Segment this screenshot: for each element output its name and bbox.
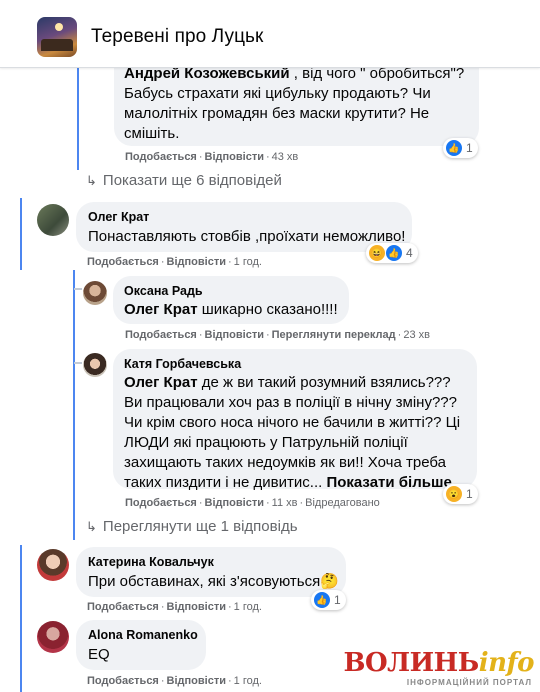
comment-actions: Подобається · Відповісти · 1 год. <box>87 601 262 613</box>
edited-label[interactable]: Відредаговано <box>305 497 380 509</box>
reply-action[interactable]: Відповісти <box>205 329 264 341</box>
see-translation-action[interactable]: Переглянути переклад <box>272 329 396 341</box>
comment-actions: Подобається · Відповісти · 1 год. <box>87 675 262 687</box>
like-action[interactable]: Подобається <box>125 497 197 509</box>
comment-text: EQ <box>88 646 110 663</box>
comment-time[interactable]: 11 хв <box>272 497 298 509</box>
watermark-subtitle: ІНФОРМАЦІЙНИЙ ПОРТАЛ <box>406 678 532 687</box>
reaction-count: 1 <box>466 141 473 155</box>
avatar[interactable] <box>83 281 107 305</box>
like-action[interactable]: Подобається <box>125 329 197 341</box>
comment-author[interactable]: Олег Крат <box>88 210 149 224</box>
avatar[interactable] <box>83 353 107 377</box>
group-title[interactable]: Теревені про Луцьк <box>91 26 263 48</box>
reply-action[interactable]: Відповісти <box>167 675 226 687</box>
reply-action[interactable]: Відповісти <box>205 497 264 509</box>
reaction-summary[interactable]: 👍 1 <box>311 590 346 610</box>
mention-link[interactable]: Олег Крат <box>124 374 198 391</box>
comment-author[interactable]: Alona Romanenko <box>88 628 198 642</box>
like-action[interactable]: Подобається <box>125 151 197 163</box>
like-action[interactable]: Подобається <box>87 601 159 613</box>
watermark-logo: ВОЛИНЬinfo <box>343 648 534 678</box>
comment-actions: Подобається · Відповісти · 1 год. <box>87 256 262 268</box>
reaction-summary[interactable]: 😮 1 <box>443 484 478 504</box>
like-action[interactable]: Подобається <box>87 256 159 268</box>
reply-bubble: Катя Горбачевська Олег Крат де ж ви таки… <box>113 349 477 491</box>
comment-time[interactable]: 1 год. <box>234 675 262 687</box>
reply-author[interactable]: Катя Горбачевська <box>124 357 241 371</box>
reaction-summary[interactable]: 😆 👍 4 <box>366 243 418 263</box>
reply-action[interactable]: Відповісти <box>167 256 226 268</box>
comment-author[interactable]: Катерина Ковальчук <box>88 555 214 569</box>
comment-text: При обставинах, які з'ясовуються🤔 <box>88 573 339 590</box>
thread-line <box>20 198 22 270</box>
group-header: Теревені про Луцьк <box>0 0 540 68</box>
comment-bubble: Alona Romanenko EQ <box>76 620 206 670</box>
comment-text: Понаставляють стовбів ,проїхати неможлив… <box>88 228 406 245</box>
mention-link[interactable]: Олег Крат <box>124 301 198 318</box>
reaction-count: 1 <box>466 487 473 501</box>
comment-actions: Подобається · Відповісти · 11 хв · Відредагова… <box>125 497 380 509</box>
like-action[interactable]: Подобається <box>87 675 159 687</box>
haha-icon: 😆 <box>369 245 385 261</box>
comment-time[interactable]: 1 год. <box>234 256 262 268</box>
thread-line <box>77 66 79 170</box>
avatar[interactable] <box>37 549 69 581</box>
reply-connector <box>74 362 82 364</box>
reply-connector <box>74 288 82 290</box>
wow-icon: 😮 <box>446 486 462 502</box>
avatar[interactable] <box>37 204 69 236</box>
comment-bubble: Катерина Ковальчук При обставинах, які з… <box>76 547 346 597</box>
show-more-replies-link[interactable]: ↳ Переглянути ще 1 відповідь <box>86 518 298 535</box>
comment-time[interactable]: 23 хв <box>403 329 430 341</box>
reaction-count: 4 <box>406 246 413 260</box>
reply-author[interactable]: Оксана Радь <box>124 284 203 298</box>
reaction-summary[interactable]: 👍 1 <box>443 138 478 158</box>
show-more-replies-link[interactable]: ↳ Показати ще 6 відповідей <box>86 172 282 189</box>
like-icon: 👍 <box>386 245 402 261</box>
comment-time[interactable]: 1 год. <box>234 601 262 613</box>
comment-actions: Подобається · Відповісти · Переглянути перек… <box>125 329 430 341</box>
like-icon: 👍 <box>446 140 462 156</box>
reply-arrow-icon: ↳ <box>86 519 97 534</box>
reply-action[interactable]: Відповісти <box>167 601 226 613</box>
thread-line <box>73 270 75 540</box>
like-icon: 👍 <box>314 592 330 608</box>
comment-actions: Подобається · Відповісти · 43 хв <box>125 151 299 163</box>
comments-feed: Андрей Козожевський , від чого " обробит… <box>0 0 540 692</box>
site-watermark: ВОЛИНЬinfo ІНФОРМАЦІЙНИЙ ПОРТАЛ <box>343 648 538 692</box>
reply-bubble: Оксана Радь Олег Крат шикарно сказано!!!… <box>113 276 349 324</box>
comment-bubble: Олег Крат Понаставляють стовбів ,проїхат… <box>76 202 412 252</box>
comment-time[interactable]: 43 хв <box>272 151 299 163</box>
reply-arrow-icon: ↳ <box>86 173 97 188</box>
thread-line <box>20 545 22 692</box>
avatar[interactable] <box>37 621 69 653</box>
reply-action[interactable]: Відповісти <box>205 151 264 163</box>
reaction-count: 1 <box>334 593 341 607</box>
reply-text: шикарно сказано!!!! <box>201 301 338 318</box>
group-cover-thumbnail[interactable] <box>37 17 77 57</box>
